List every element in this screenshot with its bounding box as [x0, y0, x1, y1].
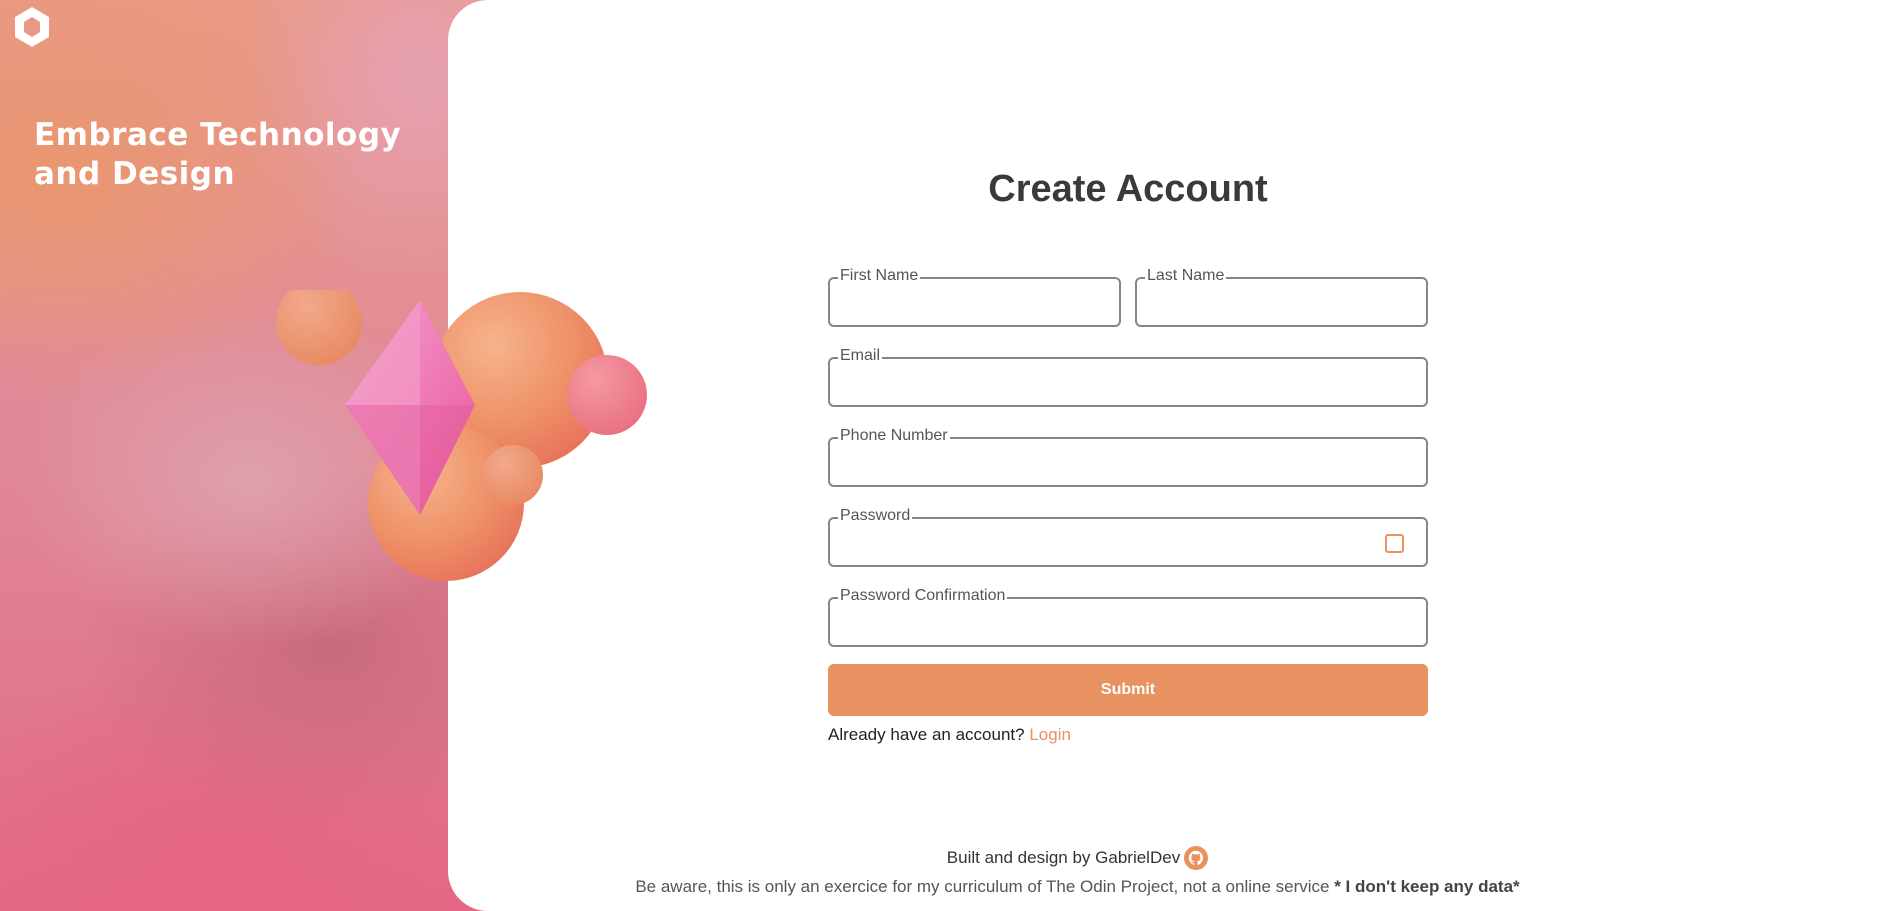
form-title: Create Account — [988, 168, 1268, 210]
hero-headline-line1: Embrace Technology — [34, 117, 402, 153]
footer-disclaimer-bold: * I don't keep any data* — [1334, 877, 1520, 896]
github-icon[interactable] — [1184, 846, 1209, 870]
email-field[interactable]: Email — [828, 346, 1428, 407]
password-confirmation-label: Password Confirmation — [838, 586, 1008, 606]
email-label: Email — [838, 346, 883, 366]
first-name-field[interactable]: First Name — [828, 266, 1121, 327]
footer-disclaimer-text: Be aware, this is only an exercice for m… — [635, 877, 1330, 896]
footer-credit: Built and design by GabrielDev — [0, 846, 1899, 870]
login-prompt-text: Already have an account? — [828, 725, 1025, 744]
hexagon-ring-logo-icon — [15, 7, 49, 47]
hero-headline-line2: and Design — [34, 156, 236, 192]
phone-field[interactable]: Phone Number — [828, 426, 1428, 487]
phone-label: Phone Number — [838, 426, 950, 446]
password-confirmation-field[interactable]: Password Confirmation — [828, 586, 1428, 647]
login-prompt: Already have an account? Login — [828, 725, 1071, 745]
footer-credit-text: Built and design by GabrielDev — [946, 848, 1181, 867]
password-input[interactable] — [830, 519, 1426, 565]
footer-disclaimer: Be aware, this is only an exercice for m… — [0, 877, 1899, 897]
first-name-label: First Name — [838, 266, 921, 286]
login-link[interactable]: Login — [1029, 725, 1071, 744]
password-field[interactable]: Password — [828, 506, 1428, 567]
password-label: Password — [838, 506, 913, 526]
3d-spheres-and-crystal-illustration — [276, 290, 647, 581]
last-name-field[interactable]: Last Name — [1135, 266, 1428, 327]
email-input[interactable] — [830, 359, 1426, 405]
last-name-label: Last Name — [1145, 266, 1227, 286]
show-password-checkbox[interactable] — [1385, 534, 1404, 553]
submit-button[interactable]: Submit — [828, 664, 1428, 716]
hero-headline: Embrace Technology and Design — [34, 116, 434, 194]
